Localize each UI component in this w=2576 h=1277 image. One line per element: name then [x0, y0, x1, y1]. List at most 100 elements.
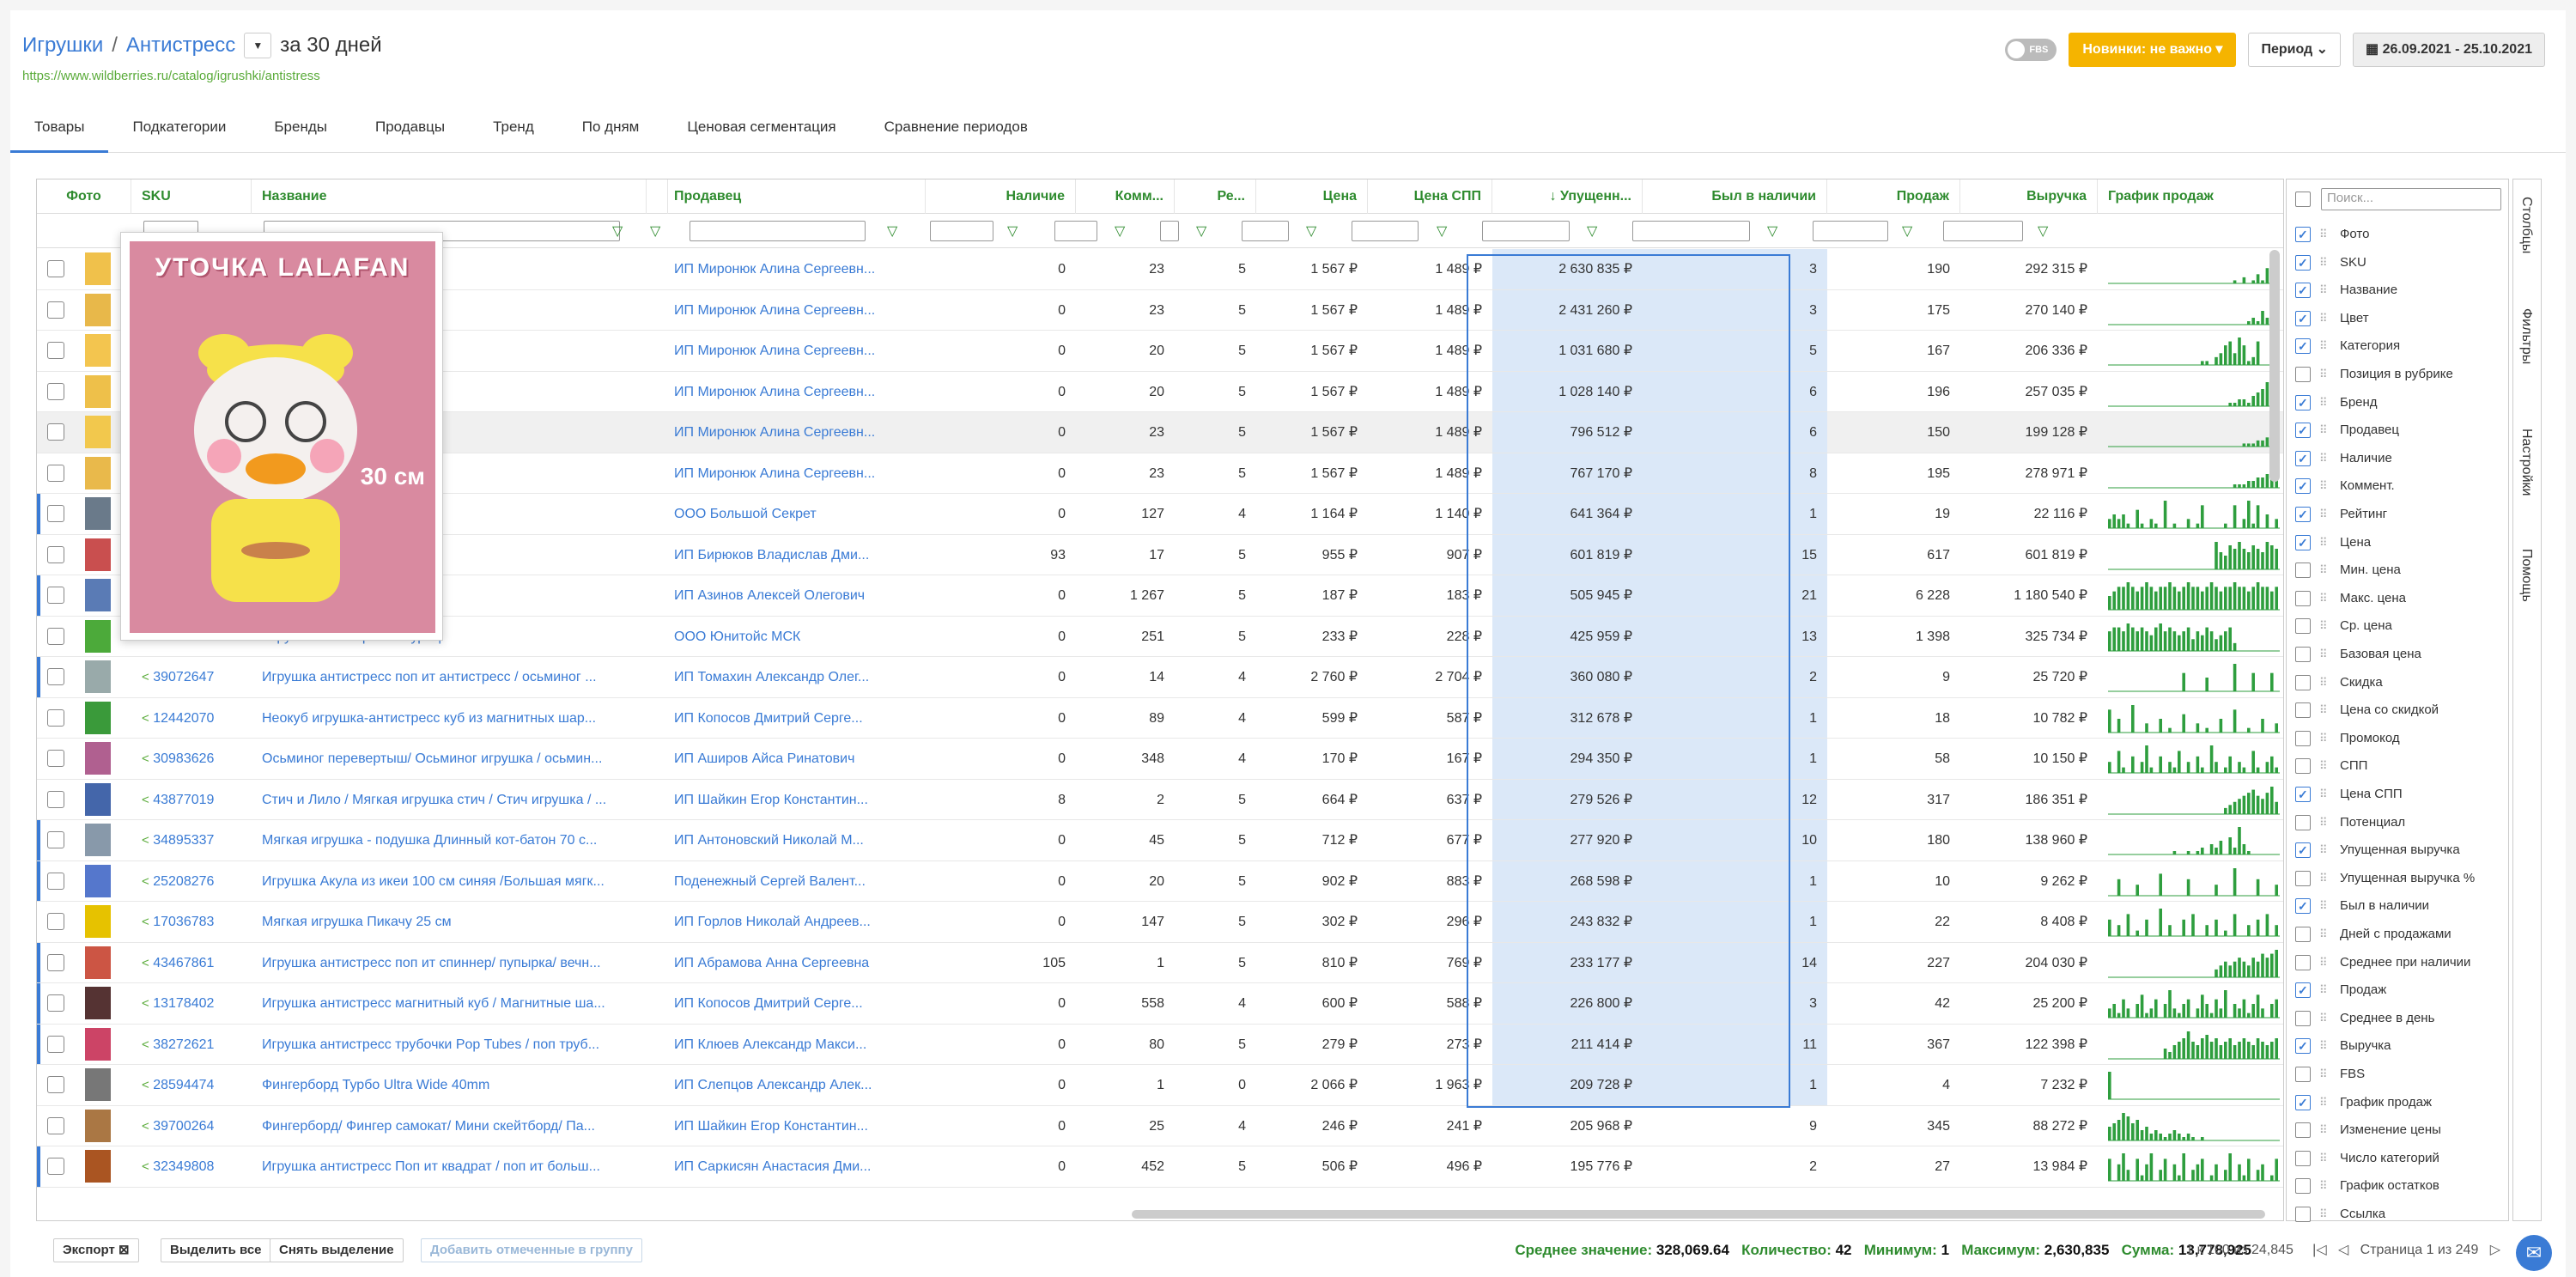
row-checkbox[interactable] [47, 750, 64, 767]
price-spp-filter-input[interactable] [1352, 221, 1419, 241]
product-thumbnail[interactable] [85, 456, 111, 490]
horizontal-scrollbar[interactable] [1132, 1210, 2265, 1219]
column-toggle-item[interactable]: ⠿ Упущенная выручка % [2287, 865, 2508, 893]
seller-link[interactable]: ИП Томахин Александр Олег... [664, 657, 926, 697]
row-checkbox[interactable] [47, 1158, 64, 1175]
tab-6[interactable]: Ценовая сегментация [663, 110, 860, 153]
col-price-spp[interactable]: Цена СПП [1368, 179, 1492, 214]
column-toggle-item[interactable]: ⠿ Цвет [2287, 305, 2508, 333]
product-thumbnail[interactable] [85, 416, 111, 448]
column-toggle-item[interactable]: ⠿ Промокод [2287, 725, 2508, 753]
filter-icon[interactable]: ▽ [887, 222, 897, 240]
next-page-icon[interactable]: ▷ [2490, 1243, 2500, 1257]
column-checkbox[interactable] [2295, 501, 2311, 528]
seller-link[interactable]: ИП Абрамова Анна Сергеевна [664, 943, 926, 983]
price-filter-input[interactable] [1242, 221, 1289, 241]
row-checkbox[interactable] [47, 994, 64, 1012]
drag-handle-icon[interactable]: ⠿ [2319, 976, 2328, 1004]
table-row[interactable]: < 12442070 Неокуб игрушка-антистресс куб … [37, 697, 2283, 739]
drag-handle-icon[interactable]: ⠿ [2319, 1089, 2328, 1116]
date-range-button[interactable]: ▦ 26.09.2021 - 25.10.2021 [2353, 33, 2545, 67]
breadcrumb-subcategory[interactable]: Антистресс [126, 33, 235, 58]
sku-link[interactable]: 43467861 [153, 956, 214, 970]
row-checkbox[interactable] [47, 505, 64, 522]
column-toggle-item[interactable]: ⠿ Среднее в день [2287, 1005, 2508, 1033]
filter-icon[interactable]: ▽ [1902, 222, 1912, 240]
share-icon[interactable]: < [142, 1078, 149, 1092]
seller-link[interactable]: ИП Шайкин Егор Константин... [664, 780, 926, 820]
prev-page-icon[interactable]: ◁ [2338, 1243, 2348, 1257]
product-thumbnail[interactable] [85, 946, 111, 979]
product-thumbnail[interactable] [85, 660, 111, 693]
filter-icon[interactable]: ▽ [2038, 222, 2048, 240]
drag-handle-icon[interactable]: ⠿ [2319, 221, 2328, 248]
seller-link[interactable]: ИП Миронюк Алина Сергеевн... [664, 290, 926, 331]
row-checkbox[interactable] [47, 1035, 64, 1053]
col-seller[interactable]: Продавец [664, 179, 926, 214]
column-checkbox[interactable] [2295, 954, 2311, 970]
product-thumbnail[interactable] [85, 497, 111, 530]
column-toggle-item[interactable]: ⠿ FBS [2287, 1061, 2508, 1089]
column-toggle-item[interactable]: ⠿ Бренд [2287, 389, 2508, 417]
column-toggle-item[interactable]: ⠿ График остатков [2287, 1172, 2508, 1201]
seller-link[interactable]: ИП Азинов Алексей Олегович [664, 575, 926, 616]
row-checkbox[interactable] [47, 301, 64, 319]
col-sales-chart[interactable]: График продаж [2098, 179, 2283, 214]
deselect-button[interactable]: Снять выделение [270, 1238, 404, 1262]
seller-link[interactable]: ООО Юнитойс МСК [664, 617, 926, 657]
column-toggle-item[interactable]: ⠿ Цена со скидкой [2287, 696, 2508, 725]
col-photo[interactable]: Фото [37, 179, 131, 214]
drag-handle-icon[interactable]: ⠿ [2319, 1032, 2328, 1060]
filter-icon[interactable]: ▽ [1007, 222, 1018, 240]
sku-link[interactable]: 38272621 [153, 1037, 214, 1052]
column-toggle-item[interactable]: ⠿ SKU [2287, 249, 2508, 277]
product-name-link[interactable]: Игрушка антистресс поп ит спиннер/ пупыр… [252, 943, 647, 983]
row-checkbox[interactable] [47, 545, 64, 563]
column-checkbox[interactable] [2295, 305, 2311, 332]
column-toggle-item[interactable]: ⠿ Продаж [2287, 976, 2508, 1005]
drag-handle-icon[interactable]: ⠿ [2319, 529, 2328, 556]
row-checkbox[interactable] [47, 831, 64, 848]
was-filter-input[interactable] [1632, 221, 1750, 241]
share-icon[interactable]: < [142, 751, 149, 766]
drag-handle-icon[interactable]: ⠿ [2319, 641, 2328, 668]
rating-filter-input[interactable] [1160, 221, 1179, 241]
drag-handle-icon[interactable]: ⠿ [2319, 669, 2328, 696]
column-checkbox[interactable] [2295, 647, 2311, 662]
column-checkbox[interactable] [2295, 1207, 2311, 1222]
row-checkbox[interactable] [47, 913, 64, 930]
share-icon[interactable]: < [142, 915, 149, 929]
product-thumbnail[interactable] [85, 987, 111, 1019]
product-name-link[interactable]: Мягкая игрушка Пикачу 25 см [252, 902, 647, 942]
share-icon[interactable]: < [142, 833, 149, 848]
drag-handle-icon[interactable]: ⠿ [2319, 612, 2328, 640]
column-toggle-item[interactable]: ⠿ Среднее при наличии [2287, 949, 2508, 977]
table-row[interactable]: < 13178402 Игрушка антистресс магнитный к… [37, 983, 2283, 1025]
column-toggle-item[interactable]: ⠿ Макс. цена [2287, 585, 2508, 613]
column-toggle-item[interactable]: ⠿ Продавец [2287, 417, 2508, 445]
table-row[interactable]: < 39072647 Игрушка антистресс поп ит анти… [37, 657, 2283, 698]
column-toggle-item[interactable]: ⠿ Дней с продажами [2287, 921, 2508, 949]
product-thumbnail[interactable] [85, 293, 111, 326]
drag-handle-icon[interactable]: ⠿ [2319, 892, 2328, 920]
column-checkbox[interactable] [2295, 367, 2311, 382]
column-toggle-item[interactable]: ⠿ Цена СПП [2287, 781, 2508, 809]
product-name-link[interactable]: Стич и Лило / Мягкая игрушка стич / Стич… [252, 780, 647, 820]
drag-handle-icon[interactable]: ⠿ [2319, 389, 2328, 417]
product-thumbnail[interactable] [85, 1109, 111, 1142]
product-name-link[interactable]: Игрушка антистресс поп ит антистресс / о… [252, 657, 647, 697]
filter-icon[interactable]: ▽ [1587, 222, 1597, 240]
table-row[interactable]: < 34895337 Мягкая игрушка - подушка Длинн… [37, 820, 2283, 861]
product-name-link[interactable]: Фингерборд Турбо Ultra Wide 40mm [252, 1065, 647, 1105]
column-checkbox[interactable] [2295, 870, 2311, 886]
column-toggle-item[interactable]: ⠿ Упущенная выручка [2287, 836, 2508, 865]
column-toggle-item[interactable]: ⠿ Коммент. [2287, 472, 2508, 501]
seller-link[interactable]: ООО Большой Секрет [664, 494, 926, 534]
row-checkbox[interactable] [47, 1116, 64, 1134]
column-checkbox[interactable] [2295, 892, 2311, 920]
product-thumbnail[interactable] [85, 905, 111, 938]
drag-handle-icon[interactable]: ⠿ [2319, 1201, 2328, 1228]
filter-icon[interactable]: ▽ [1196, 222, 1206, 240]
filter-icon[interactable]: ▽ [612, 222, 623, 240]
product-name-link[interactable]: Фингерборд/ Фингер самокат/ Мини скейтбо… [252, 1106, 647, 1146]
